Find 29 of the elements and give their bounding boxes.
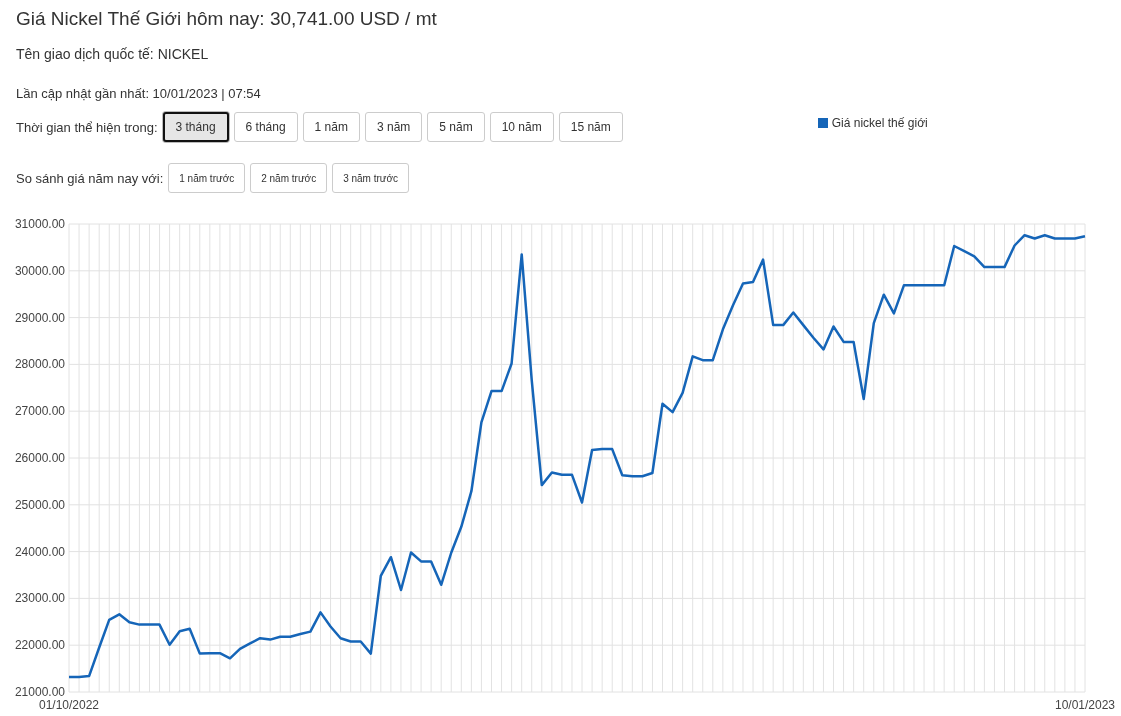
x-axis-label: 10/01/2023 [1054,698,1116,712]
y-axis-label: 28000.00 [14,357,65,372]
y-axis-label: 26000.00 [14,451,65,465]
y-axis-label: 24000.00 [14,544,65,559]
trade-name-text: Tên giao dịch quốc tế: NICKEL [16,45,210,63]
last-update-text: Lần cập nhật gần nhất: 10/01/2023 | 07:54 [16,85,262,103]
y-axis-label: 23000.00 [14,591,65,606]
y-axis-label: 25000.00 [14,497,65,512]
period-button[interactable]: 6 tháng [233,112,298,142]
compare-button[interactable]: 2 năm trước [250,163,328,193]
y-axis-label: 27000.00 [14,404,65,419]
period-button[interactable]: 10 năm [489,112,554,142]
compare-label: So sánh giá năm nay với: [16,170,164,186]
compare-button[interactable]: 3 năm trước [332,163,410,193]
y-axis-label: 31000.00 [14,217,65,231]
y-axis-label: 21000.00 [14,685,65,699]
compare-button[interactable]: 1 năm trước [168,163,246,193]
period-button[interactable]: 3 tháng [162,112,229,142]
page-title: Giá Nickel Thế Giới hôm nay: 30,741.00 USD / mt [16,7,438,31]
period-label: Thời gian thể hiện trong: [16,119,158,135]
period-button[interactable]: 15 năm [558,112,623,142]
period-button[interactable]: 5 năm [427,112,485,142]
y-axis-label: 30000.00 [14,263,65,278]
y-axis-label: 29000.00 [14,310,65,325]
y-axis-label: 22000.00 [14,638,65,653]
legend-label: Giá nickel thế giới [831,116,928,130]
period-button[interactable]: 1 năm [302,112,360,142]
x-axis-label: 01/10/2022 [38,698,100,712]
period-button[interactable]: 3 năm [364,112,423,142]
